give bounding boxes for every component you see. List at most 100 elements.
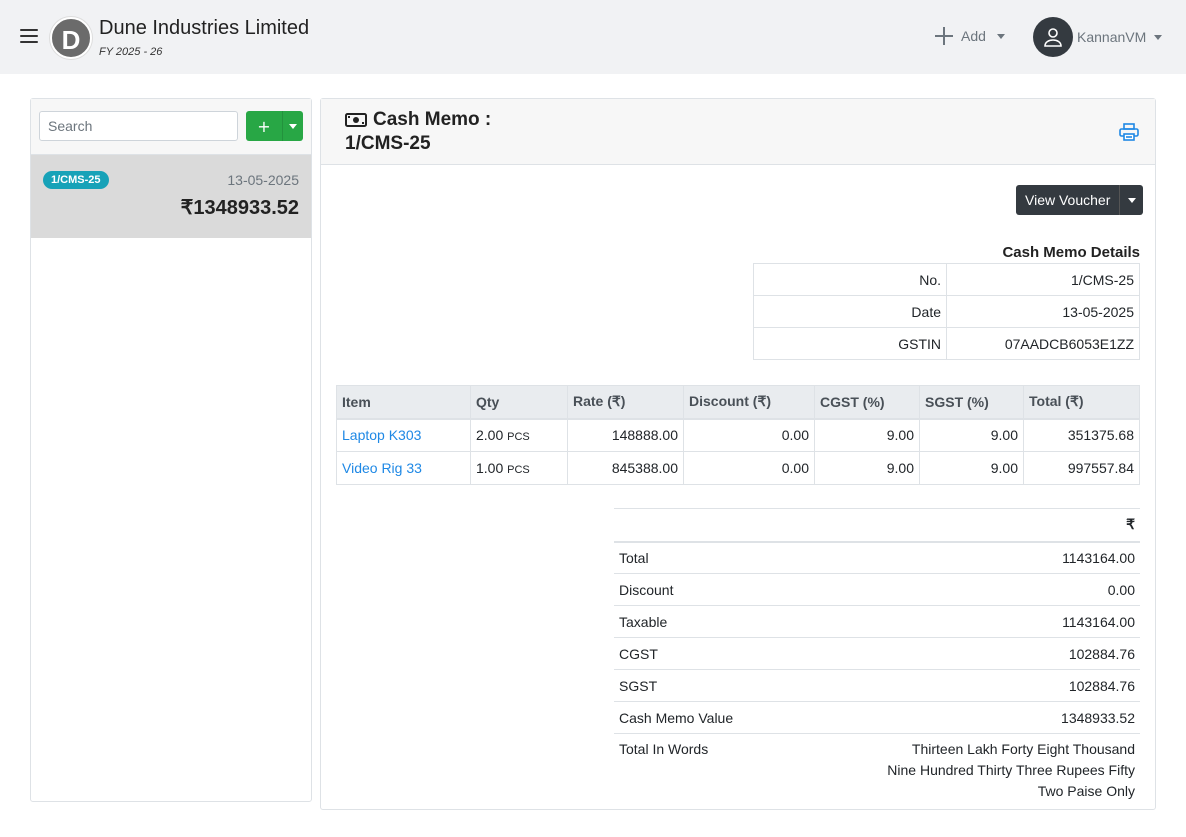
table-row: Cash Memo Value 1348933.52 <box>614 701 1140 734</box>
currency-symbol: ₹ <box>614 508 1140 543</box>
details-table: No. 1/CMS-25 Date 13-05-2025 GSTIN 07AAD… <box>753 263 1140 360</box>
summary-value: 0.00 <box>785 573 1140 606</box>
table-header-row: ₹ <box>614 508 1140 543</box>
table-row: SGST 102884.76 <box>614 669 1140 702</box>
unit-label: PCS <box>507 464 530 476</box>
summary-table: ₹ Total 1143164.00 Discount 0.00 Taxable… <box>614 508 1140 807</box>
chevron-down-icon <box>289 123 297 129</box>
company-name: Dune Industries Limited <box>99 17 310 39</box>
list-item[interactable]: 1/CMS-25 13-05-2025 ₹1348933.52 <box>31 155 311 238</box>
company-logo: D <box>50 17 92 59</box>
plus-icon <box>934 26 954 46</box>
view-voucher-button[interactable]: View Voucher <box>1016 185 1120 215</box>
detail-value: 13-05-2025 <box>946 295 1140 328</box>
add-voucher-dropdown-button[interactable] <box>282 111 303 141</box>
sgst-cell: 9.00 <box>919 418 1024 452</box>
summary-value: 102884.76 <box>785 637 1140 670</box>
view-voucher-group: View Voucher <box>1016 185 1144 215</box>
rate-cell: 148888.00 <box>567 418 684 452</box>
table-row: Total 1143164.00 <box>614 541 1140 574</box>
qty-value: 1.00 <box>476 460 504 476</box>
table-row: No. 1/CMS-25 <box>753 263 1140 296</box>
summary-value: 1143164.00 <box>785 605 1140 638</box>
detail-label: GSTIN <box>753 327 947 360</box>
print-icon[interactable] <box>1119 123 1139 141</box>
unit-label: PCS <box>507 431 530 444</box>
column-header: Qty <box>470 385 568 420</box>
summary-label: Discount <box>614 573 785 606</box>
summary-value: 102884.76 <box>785 669 1140 702</box>
table-row: Total In Words Thirteen Lakh Forty Eight… <box>614 733 1140 807</box>
column-header: Total (₹) <box>1023 385 1140 420</box>
table-row: Laptop K303 2.00 PCS 148888.00 0.00 9.00… <box>336 418 1140 452</box>
column-header: CGST (%) <box>814 385 920 420</box>
details-title: Cash Memo Details <box>1002 244 1140 261</box>
sgst-cell: 9.00 <box>919 451 1024 485</box>
summary-label: Taxable <box>614 605 785 638</box>
column-header: Item <box>336 385 471 420</box>
discount-cell: 0.00 <box>683 451 815 485</box>
cgst-cell: 9.00 <box>814 451 920 485</box>
cgst-cell: 9.00 <box>814 418 920 452</box>
column-header: SGST (%) <box>919 385 1024 420</box>
table-row: Date 13-05-2025 <box>753 295 1140 328</box>
table-header-row: Item Qty Rate (₹) Discount (₹) CGST (%) … <box>336 385 1140 420</box>
document-number: 1/CMS-25 <box>345 133 431 154</box>
chevron-down-icon <box>996 33 1005 39</box>
qty-cell: 2.00 PCS <box>470 418 568 452</box>
total-cell: 997557.84 <box>1023 451 1140 485</box>
voucher-number-badge: 1/CMS-25 <box>43 171 109 189</box>
amount-in-words: Thirteen Lakh Forty Eight Thousand Nine … <box>785 733 1140 807</box>
qty-cell: 1.00 PCS <box>470 451 568 485</box>
search-input[interactable] <box>39 111 238 141</box>
table-row: Video Rig 33 1.00 PCS 845388.00 0.00 9.0… <box>336 451 1140 485</box>
cash-icon <box>345 113 367 127</box>
detail-label: No. <box>753 263 947 296</box>
table-row: CGST 102884.76 <box>614 637 1140 670</box>
words-line: Two Paise Only <box>1037 783 1135 799</box>
detail-label: Date <box>753 295 947 328</box>
words-line: Thirteen Lakh Forty Eight Thousand <box>911 741 1135 757</box>
item-cell: Video Rig 33 <box>336 451 471 485</box>
hamburger-menu-icon[interactable] <box>20 29 38 45</box>
item-link[interactable]: Laptop K303 <box>342 427 421 443</box>
total-cell: 351375.68 <box>1023 418 1140 452</box>
add-dropdown[interactable]: Add <box>934 25 1005 47</box>
view-voucher-dropdown-button[interactable] <box>1119 185 1144 215</box>
rate-cell: 845388.00 <box>567 451 684 485</box>
summary-label: SGST <box>614 669 785 702</box>
detail-header: Cash Memo : 1/CMS-25 <box>321 99 1155 165</box>
top-navbar: D Dune Industries Limited FY 2025 - 26 A… <box>0 0 1186 74</box>
add-voucher-button[interactable]: + <box>246 111 282 141</box>
item-cell: Laptop K303 <box>336 418 471 452</box>
voucher-date: 13-05-2025 <box>227 172 299 188</box>
user-icon <box>1044 28 1062 47</box>
summary-value: 1143164.00 <box>785 541 1140 574</box>
table-row: Taxable 1143164.00 <box>614 605 1140 638</box>
user-dropdown[interactable]: KannanVM <box>1033 16 1163 58</box>
summary-value: 1348933.52 <box>785 701 1140 734</box>
detail-value: 07AADCB6053E1ZZ <box>946 327 1140 360</box>
chevron-down-icon <box>1127 197 1136 203</box>
qty-value: 2.00 <box>476 427 504 444</box>
discount-cell: 0.00 <box>683 418 815 452</box>
column-header: Rate (₹) <box>567 385 684 420</box>
avatar <box>1033 17 1073 57</box>
list-toolbar: + <box>31 99 311 155</box>
summary-label: CGST <box>614 637 785 670</box>
table-row: GSTIN 07AADCB6053E1ZZ <box>753 327 1140 360</box>
page-title: Cash Memo : <box>373 109 492 130</box>
items-table: Item Qty Rate (₹) Discount (₹) CGST (%) … <box>336 385 1140 485</box>
summary-label: Total In Words <box>614 733 785 807</box>
column-header: Discount (₹) <box>683 385 815 420</box>
user-name: KannanVM <box>1077 29 1147 45</box>
add-label: Add <box>961 28 986 44</box>
table-row: Discount 0.00 <box>614 573 1140 606</box>
voucher-amount: ₹1348933.52 <box>180 197 299 219</box>
voucher-detail-panel: Cash Memo : 1/CMS-25 View Voucher Cash M… <box>320 98 1156 810</box>
add-button-group: + <box>246 111 303 141</box>
fiscal-year-label: FY 2025 - 26 <box>99 46 163 58</box>
chevron-down-icon <box>1154 34 1163 40</box>
item-link[interactable]: Video Rig 33 <box>342 460 422 476</box>
detail-value: 1/CMS-25 <box>946 263 1140 296</box>
